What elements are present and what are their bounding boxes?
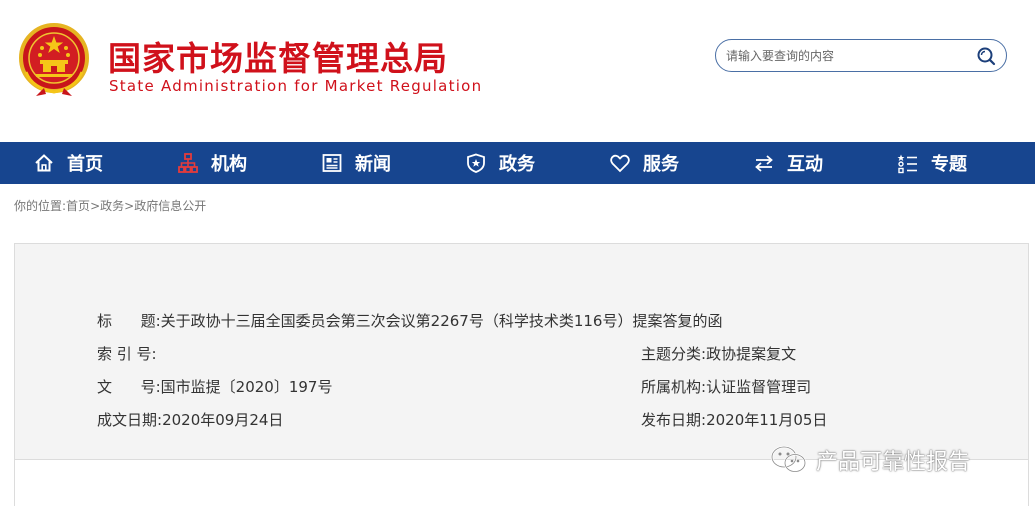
docno-label: 文 号:	[97, 378, 161, 396]
info-row-docno: 文 号:国市监提〔2020〕197号	[97, 376, 332, 397]
info-row-category: 主题分类:政协提案复文	[641, 343, 796, 364]
pubdate-value: 2020年11月05日	[706, 411, 828, 429]
title-label: 标 题:	[97, 312, 161, 330]
document-info-panel: 标 题:关于政协十三届全国委员会第三次会议第2267号（科学技术类116号）提案…	[14, 243, 1029, 460]
wechat-icon	[770, 445, 807, 473]
breadcrumb-separator: >	[124, 199, 135, 213]
site-title-cn: 国家市场监督管理总局	[108, 39, 448, 78]
watermark: 产品可靠性报告	[770, 443, 970, 477]
watermark-text: 产品可靠性报告	[816, 450, 971, 475]
nav-label: 政务	[499, 154, 535, 175]
info-row-title: 标 题:关于政协十三届全国委员会第三次会议第2267号（科学技术类116号）提案…	[97, 310, 722, 331]
docno-value: 国市监提〔2020〕197号	[160, 378, 333, 396]
newspaper-icon	[321, 152, 343, 174]
heart-icon	[609, 152, 631, 174]
org-chart-icon	[177, 152, 199, 174]
site-header: 国家市场监督管理总局 State Administration for Mark…	[0, 0, 1035, 142]
nav-item-org[interactable]: 机构	[144, 142, 288, 184]
info-row-org: 所属机构:认证监督管理司	[641, 376, 811, 397]
breadcrumb-affairs-link[interactable]: 政务	[100, 199, 124, 213]
site-title-en: State Administration for Market Regulati…	[109, 77, 483, 95]
info-row-date: 成文日期:2020年09月24日	[97, 409, 283, 430]
title-value: 关于政协十三届全国委员会第三次会议第2267号（科学技术类116号）提案答复的函	[160, 312, 723, 330]
home-icon	[33, 152, 55, 174]
nav-label: 机构	[211, 154, 247, 175]
index-label: 索 引 号:	[97, 345, 157, 363]
national-emblem-icon	[19, 23, 89, 96]
info-row-index: 索 引 号:	[97, 343, 157, 364]
category-value: 政协提案复文	[706, 345, 797, 363]
nav-label: 服务	[643, 154, 679, 175]
category-label: 主题分类:	[641, 345, 707, 363]
topic-list-icon	[897, 152, 919, 174]
search-icon[interactable]	[976, 46, 996, 66]
page: 国家市场监督管理总局 State Administration for Mark…	[0, 0, 1035, 506]
nav-item-topics[interactable]: 专题	[864, 142, 1008, 184]
search-box	[715, 39, 1007, 72]
info-row-pubdate: 发布日期:2020年11月05日	[641, 409, 827, 430]
org-label: 所属机构:	[641, 378, 707, 396]
breadcrumb-home-link[interactable]: 首页	[66, 199, 90, 213]
shield-icon	[465, 152, 487, 174]
nav-label: 专题	[931, 154, 967, 175]
swap-arrows-icon	[753, 152, 775, 174]
breadcrumb-prefix: 你的位置:	[14, 199, 67, 213]
breadcrumb-info-link[interactable]: 政府信息公开	[134, 199, 206, 213]
nav-item-affairs[interactable]: 政务	[432, 142, 576, 184]
nav-item-service[interactable]: 服务	[576, 142, 720, 184]
nav-label: 互动	[787, 154, 823, 175]
nav-label: 新闻	[355, 154, 391, 175]
org-value: 认证监督管理司	[706, 378, 812, 396]
breadcrumb-separator: >	[90, 199, 101, 213]
nav-item-home[interactable]: 首页	[0, 142, 144, 184]
nav-label: 首页	[67, 154, 103, 175]
breadcrumb: 你的位置:首页>政务>政府信息公开	[14, 197, 206, 214]
search-input[interactable]	[726, 45, 966, 66]
main-nav: 首页 机构 新闻 政务 服务 互动 专题	[0, 142, 1035, 184]
date-label: 成文日期:	[97, 411, 163, 429]
nav-item-interact[interactable]: 互动	[720, 142, 864, 184]
date-value: 2020年09月24日	[162, 411, 284, 429]
nav-item-news[interactable]: 新闻	[288, 142, 432, 184]
pubdate-label: 发布日期:	[641, 411, 707, 429]
